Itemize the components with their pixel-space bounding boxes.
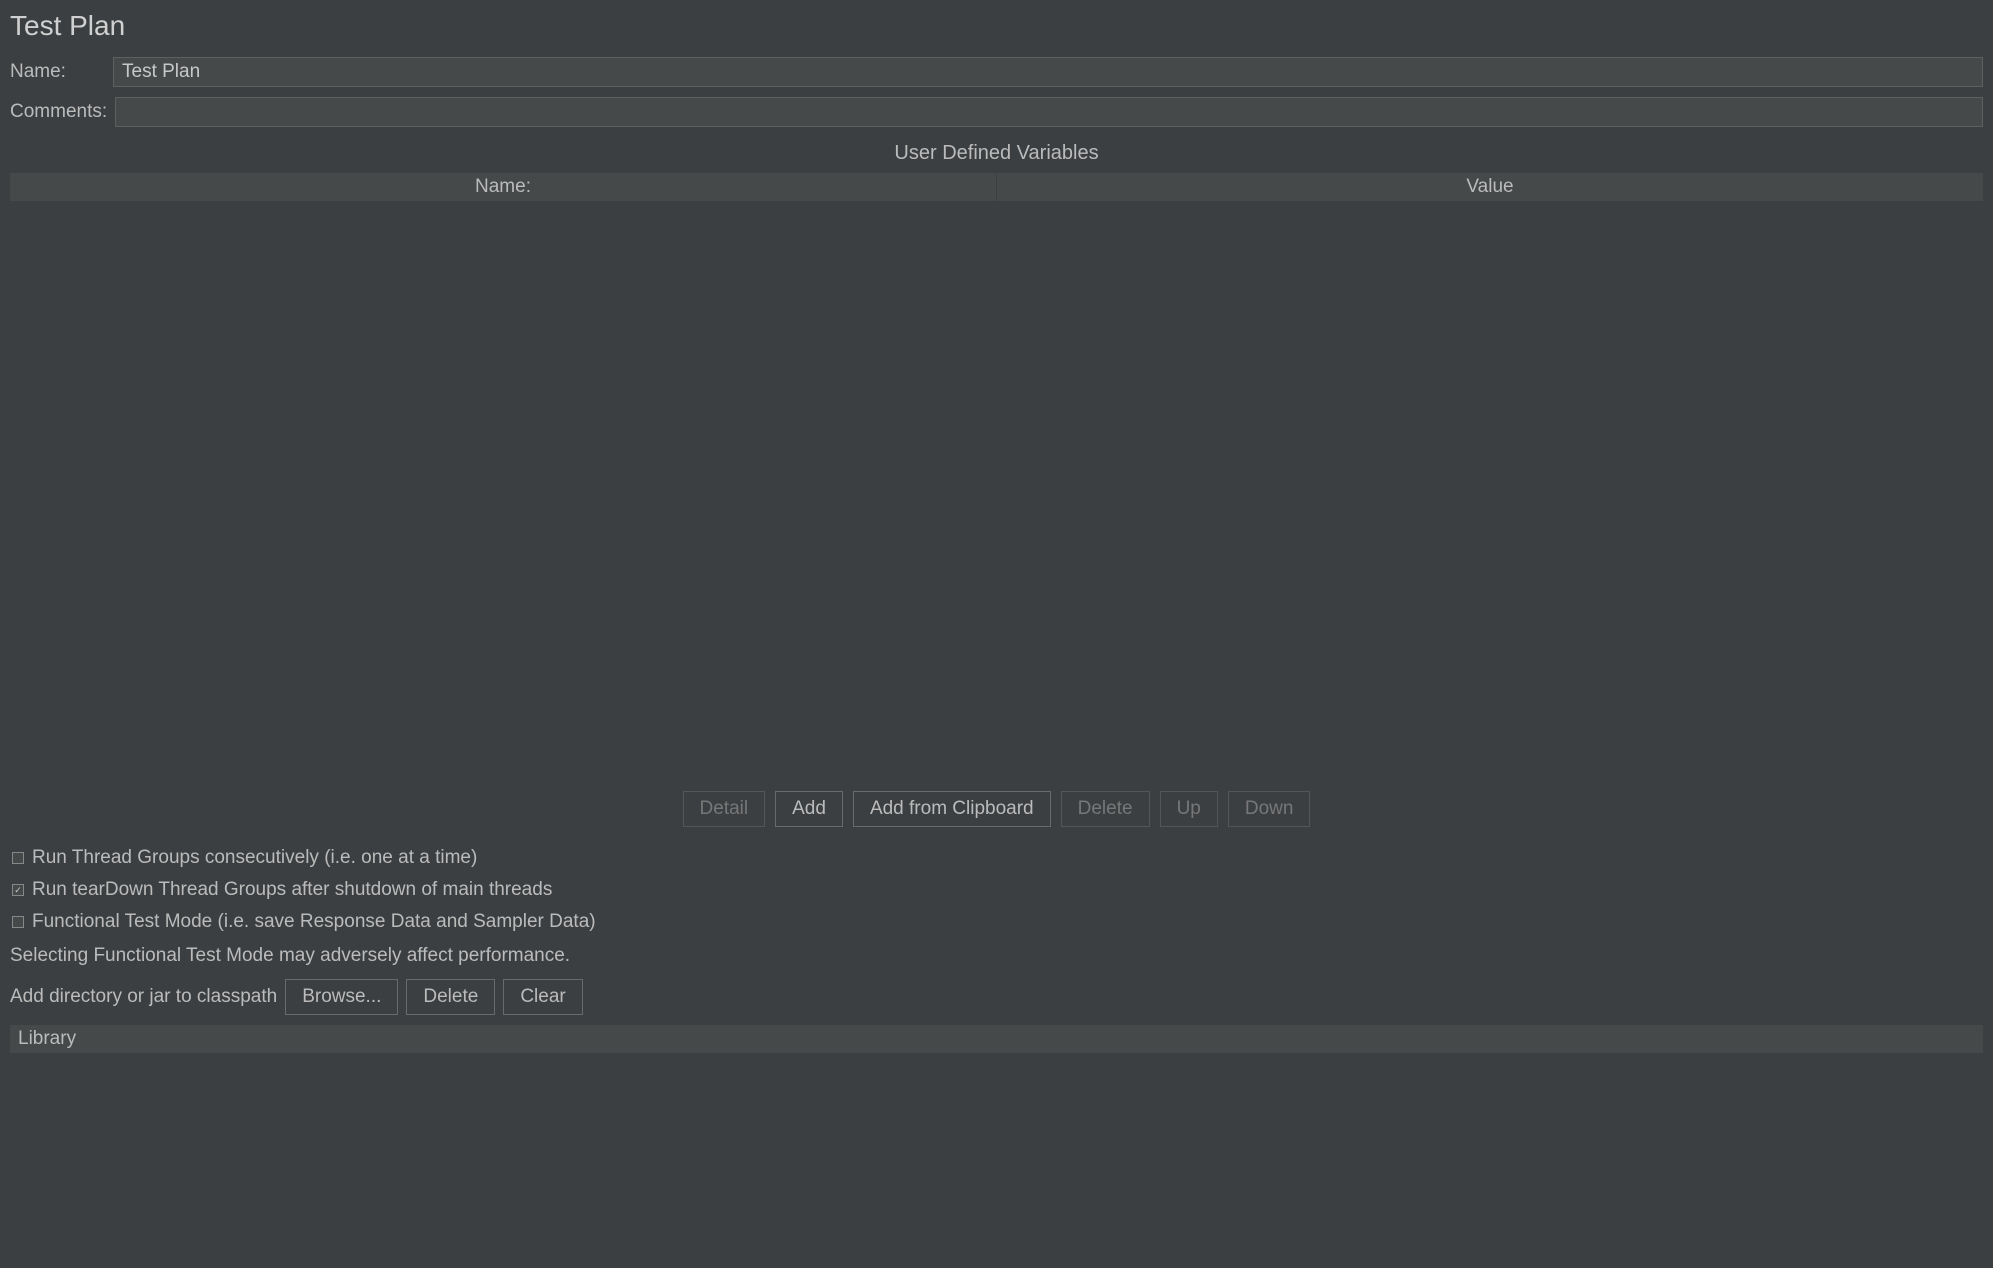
run-consecutively-label: Run Thread Groups consecutively (i.e. on… xyxy=(32,847,477,869)
column-header-value[interactable]: Value xyxy=(997,173,1983,201)
teardown-checkbox[interactable]: ✓ xyxy=(12,884,24,896)
classpath-label: Add directory or jar to classpath xyxy=(10,986,277,1008)
clear-button[interactable]: Clear xyxy=(503,979,582,1015)
teardown-label: Run tearDown Thread Groups after shutdow… xyxy=(32,879,552,901)
detail-button[interactable]: Detail xyxy=(683,791,766,827)
functional-mode-label: Functional Test Mode (i.e. save Response… xyxy=(32,911,596,933)
functional-mode-note: Selecting Functional Test Mode may adver… xyxy=(10,945,1983,967)
add-from-clipboard-button[interactable]: Add from Clipboard xyxy=(853,791,1051,827)
up-button[interactable]: Up xyxy=(1160,791,1218,827)
functional-mode-checkbox[interactable] xyxy=(12,916,24,928)
delete-button[interactable]: Delete xyxy=(1061,791,1150,827)
comments-input[interactable] xyxy=(115,97,1983,127)
variables-section-title: User Defined Variables xyxy=(10,142,1983,165)
run-consecutively-checkbox[interactable] xyxy=(12,852,24,864)
name-input[interactable] xyxy=(113,57,1983,87)
classpath-delete-button[interactable]: Delete xyxy=(406,979,495,1015)
down-button[interactable]: Down xyxy=(1228,791,1311,827)
panel-title: Test Plan xyxy=(10,10,1983,42)
add-button[interactable]: Add xyxy=(775,791,843,827)
column-header-name[interactable]: Name: xyxy=(10,173,997,201)
library-column-header[interactable]: Library xyxy=(10,1025,1983,1053)
browse-button[interactable]: Browse... xyxy=(285,979,398,1015)
variables-table-body[interactable] xyxy=(10,201,1983,776)
name-label: Name: xyxy=(10,61,105,83)
variables-table: Name: Value xyxy=(10,173,1983,776)
comments-label: Comments: xyxy=(10,101,107,123)
